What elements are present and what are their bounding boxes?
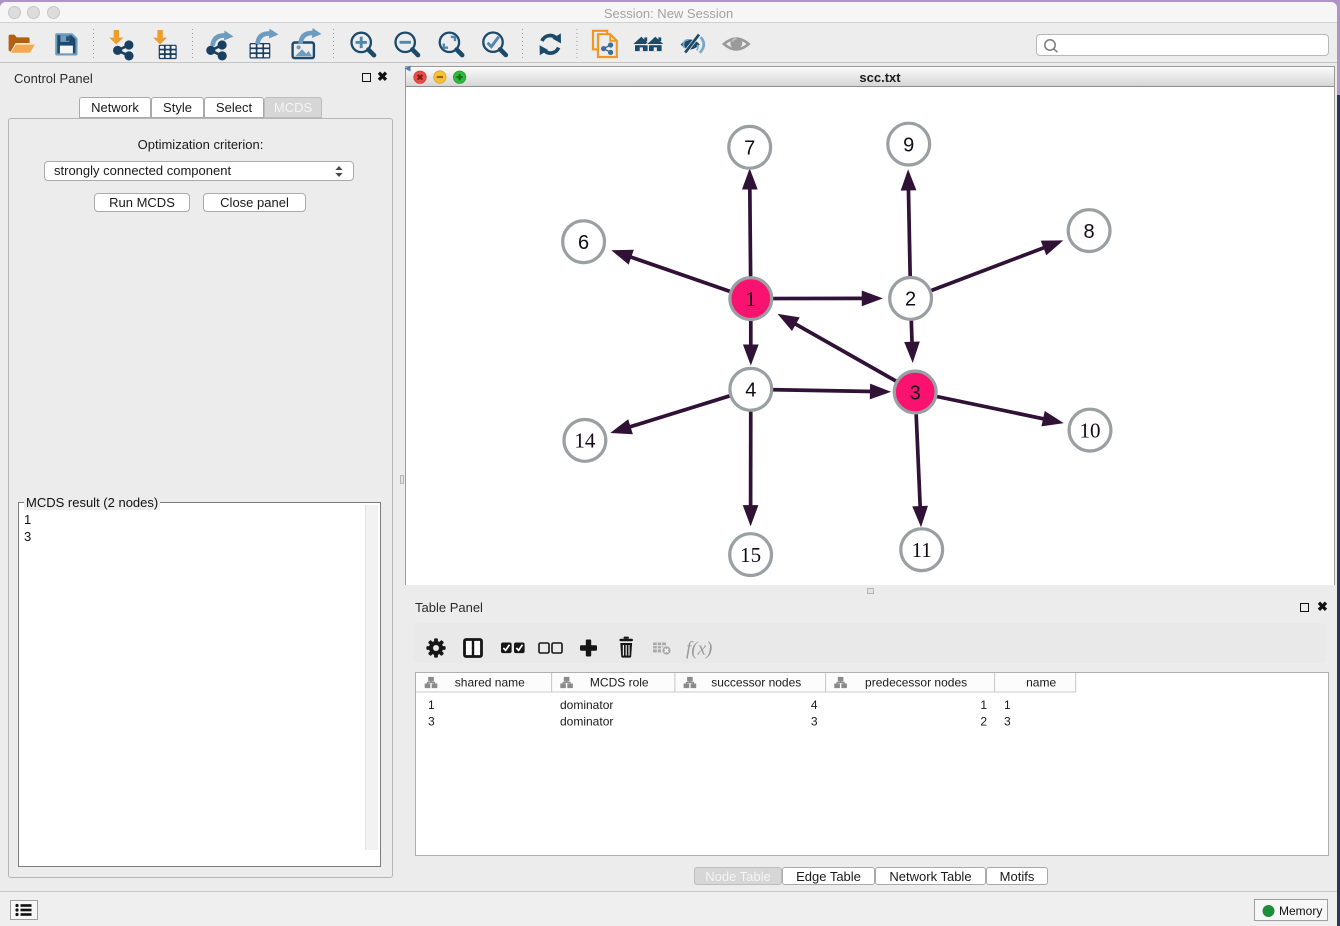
svg-text:9: 9 xyxy=(903,134,914,156)
svg-text:7: 7 xyxy=(744,138,755,160)
svg-text:4: 4 xyxy=(811,698,818,712)
svg-text:14: 14 xyxy=(574,429,596,453)
svg-text:name: name xyxy=(1026,676,1056,690)
svg-text:8: 8 xyxy=(1084,221,1095,243)
svg-text:dominator: dominator xyxy=(560,715,613,729)
svg-text:3: 3 xyxy=(811,715,818,729)
svg-text:f(x): f(x) xyxy=(686,639,712,660)
svg-text:3: 3 xyxy=(428,715,435,729)
svg-text:2: 2 xyxy=(905,289,916,311)
svg-text:1: 1 xyxy=(980,698,987,712)
svg-text:3: 3 xyxy=(1004,715,1011,729)
svg-text:4: 4 xyxy=(745,380,756,402)
svg-text:dominator: dominator xyxy=(560,698,613,712)
svg-text:10: 10 xyxy=(1080,418,1101,442)
svg-text:1: 1 xyxy=(428,698,435,712)
svg-text:6: 6 xyxy=(578,232,589,254)
svg-text:MCDS role: MCDS role xyxy=(590,676,649,690)
svg-text:15: 15 xyxy=(740,543,761,567)
svg-text:successor nodes: successor nodes xyxy=(711,676,801,690)
svg-text:1: 1 xyxy=(1004,698,1011,712)
svg-text:3: 3 xyxy=(910,382,921,404)
svg-text:predecessor nodes: predecessor nodes xyxy=(865,676,967,690)
svg-text:2: 2 xyxy=(980,715,987,729)
svg-text:shared name: shared name xyxy=(455,676,525,690)
svg-text:11: 11 xyxy=(912,538,932,562)
svg-text:1: 1 xyxy=(746,287,757,311)
